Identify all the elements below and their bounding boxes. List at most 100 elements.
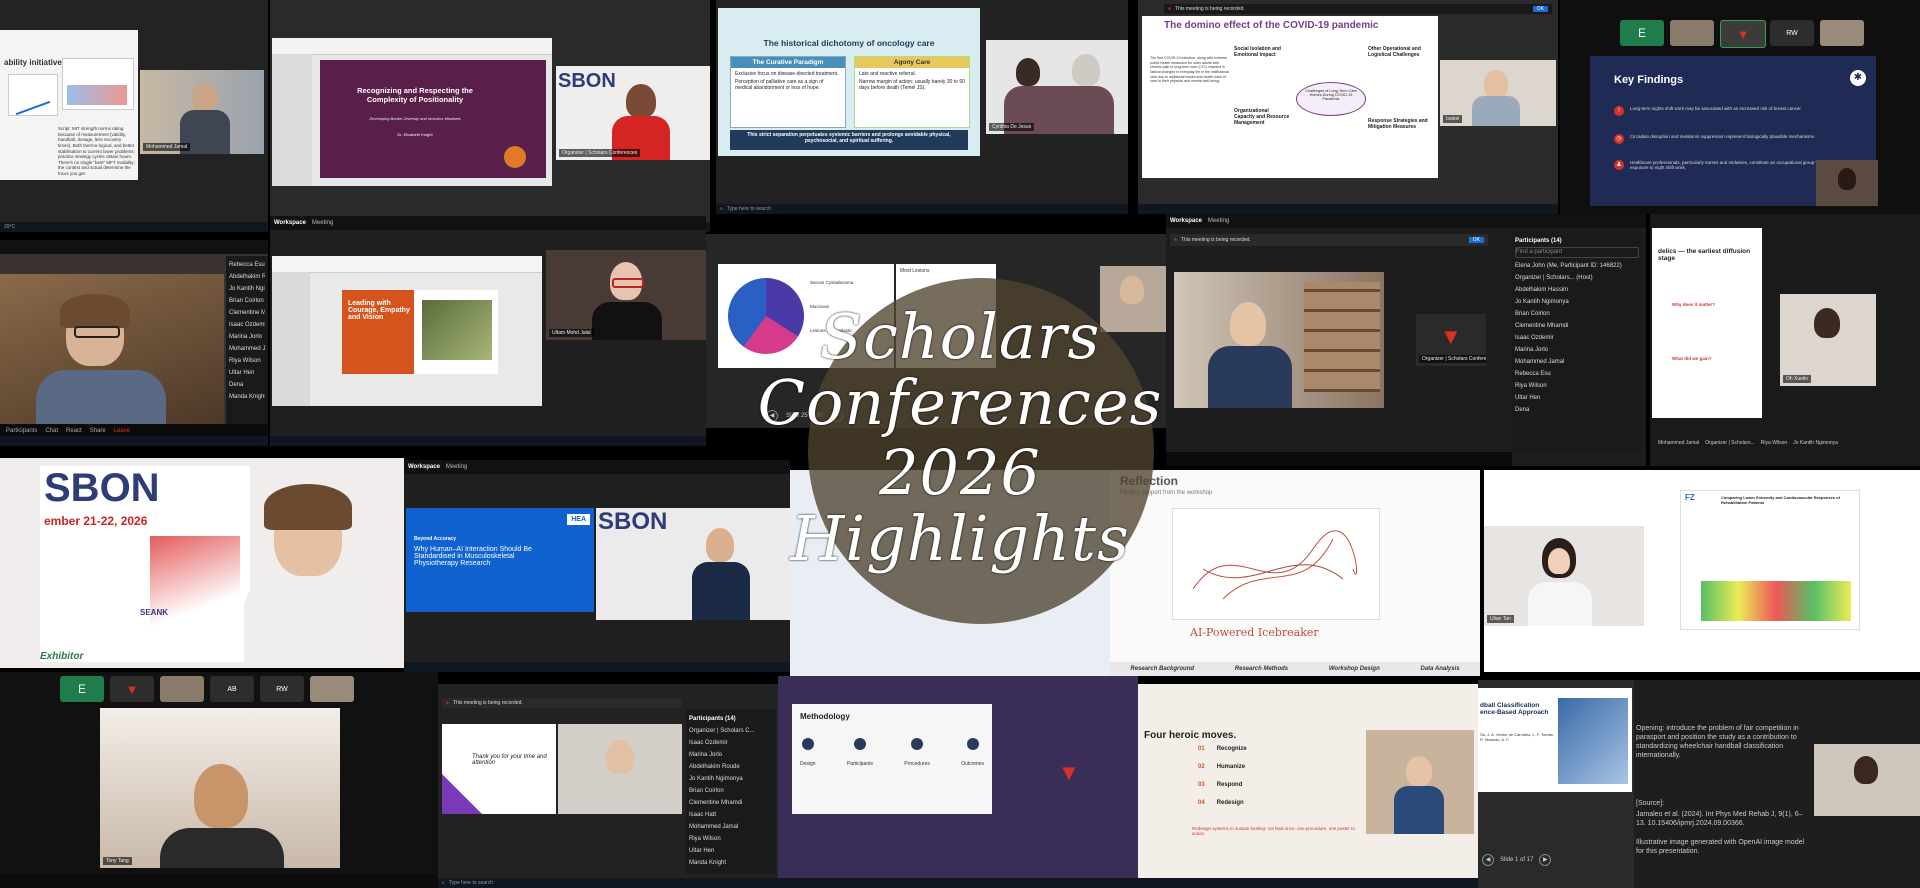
person-left (1016, 58, 1040, 86)
participant-row[interactable]: Rebecca Esu (229, 259, 265, 271)
participant-row[interactable]: Mohammed Jamal (689, 821, 773, 833)
participant-thumb[interactable]: ▼ (1720, 20, 1766, 48)
record-icon: ● (1174, 237, 1178, 243)
tile-o-gallery: E ▼ AB RW Tony Tang (0, 672, 438, 888)
move-number: 02 (1198, 764, 1205, 770)
participant-row[interactable]: Jo Kantih Ngimonya (689, 773, 773, 785)
thanks-text: Thank you for your time and attention (472, 754, 547, 766)
move-label: Respond (1216, 782, 1243, 788)
participant-row[interactable]: Organizer | Scholars C... (689, 725, 773, 737)
participant-thumb[interactable]: RW (260, 676, 304, 702)
overlay-line-1: Scholars (819, 300, 1101, 373)
participant-thumb[interactable]: ▼ (110, 676, 154, 702)
find-participant-input[interactable]: Find a participant (1515, 247, 1639, 258)
move-label: Humanize (1216, 764, 1246, 770)
finding-text: Long-term nights shift work may be assoc… (1630, 106, 1802, 111)
slide-title: Four heroic moves. (1144, 730, 1237, 741)
move-row: 02 Humanize (1198, 764, 1358, 770)
next-slide-icon[interactable]: ▶ (1539, 854, 1552, 866)
participant-row[interactable]: Isaac Hatt (689, 809, 773, 821)
finding-row: ◷ Circadian disruption and melatonin sup… (1614, 134, 1864, 144)
woman-torso (1528, 582, 1592, 626)
participant-thumb[interactable]: E (1620, 20, 1664, 46)
tab-research-methods[interactable]: Research Methods (1235, 666, 1288, 672)
windows-taskbar (1138, 878, 1478, 888)
oncology-slide: The historical dichotomy of oncology car… (718, 8, 980, 156)
step-circle-icon (966, 738, 979, 750)
taskbar-search[interactable]: Type here to search (727, 206, 771, 212)
warning-icon: ! (1614, 106, 1624, 116)
diagram-node: Social Isolation and Emotional Impact (1234, 46, 1281, 58)
participant-row[interactable]: Abdelhakim Hassim (1515, 284, 1639, 296)
clock-icon: ◷ (1614, 134, 1624, 144)
tab-data-analysis[interactable]: Data Analysis (1420, 666, 1459, 672)
participant-thumb[interactable]: E (60, 676, 104, 702)
participant-thumb[interactable]: RW (1770, 20, 1814, 46)
recording-banner: ● This meeting is being recorded. OK (1170, 234, 1488, 246)
participant-row[interactable]: Organizer | Scholars... (Host) (1515, 272, 1639, 284)
slide-rail (272, 54, 312, 186)
slide-counter: Slide 1 of 17 (1500, 857, 1534, 863)
participant-row[interactable]: Brian Coirlon (689, 785, 773, 797)
diagram-node: Response Strategies and Mitigation Measu… (1368, 118, 1428, 130)
slide-intro: The first COVID-19 infection, along with… (1150, 56, 1229, 84)
windows-taskbar: 29°C (0, 222, 268, 232)
step-label: Outcomes (961, 761, 984, 767)
speaker-figure (192, 82, 218, 112)
self-figure (1838, 168, 1856, 190)
participant-row[interactable]: Abdelhakim Roude (229, 271, 265, 283)
participant-row[interactable]: Riya Wilson (689, 833, 773, 845)
participant-thumb[interactable] (310, 676, 354, 702)
ok-button[interactable]: OK (1468, 237, 1484, 243)
participant-row[interactable]: Manda Knight (689, 857, 773, 869)
workspace-titlebar: Workspace Meeting (270, 216, 706, 230)
participant-row[interactable]: Jo Kantih Ngimonya (229, 283, 265, 295)
tile-q-methodology: Methodology Design Participants Procedur… (778, 676, 1138, 888)
participant-row[interactable]: Abdelhakim Roude (689, 761, 773, 773)
participant-row[interactable]: Marina Jorlo (689, 749, 773, 761)
notes-source: Jamaleo et al. (2024). Int Phys Med Reha… (1636, 811, 1803, 828)
meeting-tab[interactable]: Meeting (312, 220, 333, 226)
ok-button[interactable]: OK (1532, 6, 1548, 12)
meeting-tab[interactable]: Meeting (1208, 218, 1229, 224)
participant-row[interactable]: Isaac Ozdemir (689, 737, 773, 749)
box-bullet: Perception of palliative care as a sign … (735, 79, 824, 91)
workspace-titlebar: Workspace Meeting (1166, 214, 1646, 228)
viewer-head (1854, 756, 1878, 784)
participant-strip: E ▼ AB RW (60, 674, 400, 704)
move-row: 03 Respond (1198, 782, 1358, 788)
participant-thumb[interactable] (160, 676, 204, 702)
step-item: Design (800, 738, 816, 770)
presenter-figure (626, 84, 656, 118)
notes-source-heading: [Source]: (1636, 800, 1665, 807)
step-item: Participants (847, 738, 873, 770)
prev-slide-icon[interactable]: ◀ (1482, 854, 1494, 866)
participant-thumb[interactable] (1820, 20, 1864, 46)
tab-strip: Research Background Research Methods Wor… (1110, 662, 1480, 676)
taskbar-search[interactable]: Type here to search (449, 880, 493, 886)
poster-heatmap (1701, 581, 1851, 621)
agony-box: Agony Care Late and reactive referral. N… (854, 56, 970, 128)
participant-row[interactable]: Clementine Mhamdi (689, 797, 773, 809)
slide-title: Recognizing and Respecting the Complexit… (357, 86, 473, 104)
caption-text: AI-Powered Icebreaker (1190, 626, 1319, 639)
exhibitor-tag: Exhibitor (40, 651, 84, 662)
speaker-torso (1394, 786, 1444, 834)
participant-thumb[interactable]: AB (210, 676, 254, 702)
step-item: Outcomes (961, 738, 984, 770)
participant-thumb[interactable] (1670, 20, 1714, 46)
scholars-logo-icon: ▼ (125, 681, 139, 697)
bottom-banner: This strict separation perpetuates syste… (730, 130, 968, 150)
record-icon: ● (446, 700, 450, 706)
covid-slide: The domino effect of the COVID-19 pandem… (1142, 16, 1438, 178)
participant-row[interactable]: Elena John (Me, Participant ID: 146822) (1515, 260, 1639, 272)
tab-research-background[interactable]: Research Background (1130, 666, 1194, 672)
participant-row[interactable]: Ultar Hen (689, 845, 773, 857)
tab-workshop-design[interactable]: Workshop Design (1329, 666, 1380, 672)
recording-banner: ● This meeting is being recorded. (442, 698, 682, 708)
ppt-ribbon (272, 256, 542, 273)
speaker-head (1406, 756, 1432, 786)
record-icon: ● (1168, 6, 1172, 12)
viewer-figure (1484, 70, 1508, 98)
step-circle-icon (853, 738, 866, 750)
